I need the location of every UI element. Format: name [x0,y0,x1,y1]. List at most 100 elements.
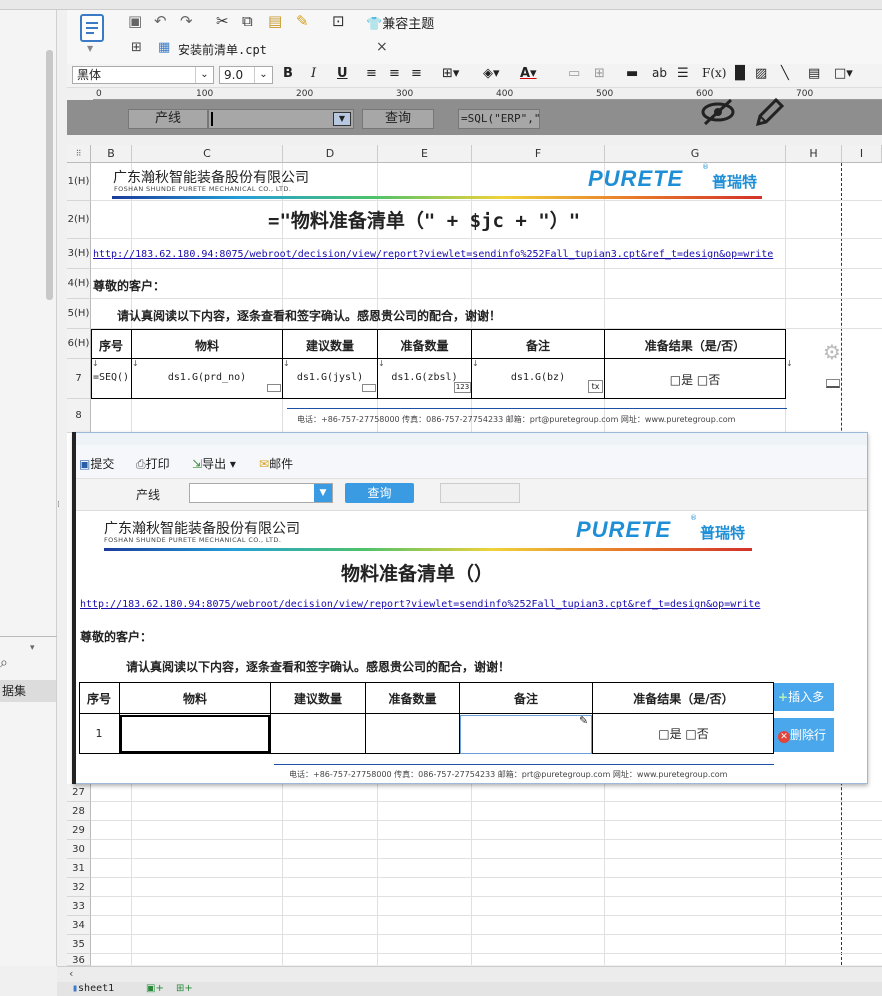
formula-button[interactable]: F(x) [702,66,726,80]
align-right-icon[interactable]: ≡ [411,66,422,81]
compat-theme-button[interactable]: 👕兼容主题 [366,13,434,32]
row-header[interactable]: 8 [67,399,91,433]
slash-icon[interactable]: ╲ [781,66,789,81]
row-header[interactable]: 3(H) [67,239,91,269]
row-header[interactable]: 6(H) [67,329,91,359]
export-button[interactable]: ⇲导出 ▾ [192,455,236,472]
bold-button[interactable]: B [283,66,293,81]
paragraph-icon[interactable]: ☰ [677,66,689,81]
preview-param-field[interactable] [440,483,520,503]
cell-result-checkbox[interactable]: □是 □否 [605,371,785,388]
param-label-chanxian[interactable]: 产线 [128,109,208,129]
border-icon[interactable]: ⊞▾ [442,66,459,81]
column-header[interactable]: H [786,145,842,163]
design-header-material[interactable]: 物料 [132,337,282,354]
row-header[interactable]: 35 [67,935,91,954]
image-icon[interactable]: ▨ [755,66,767,81]
search-icon[interactable]: ⌕ [0,655,8,671]
select-all-corner[interactable]: ⠿ [67,145,91,163]
column-header[interactable]: G [605,145,786,163]
edit-pencil-icon[interactable]: ✎ [579,714,588,727]
preview-suggested-qty-input[interactable] [271,715,365,753]
preview-remark-input[interactable] [460,715,592,754]
row-header[interactable]: 36 [67,954,91,966]
row-header[interactable]: 7 [67,359,91,399]
preview-query-button[interactable]: 查询 [345,483,414,503]
cell-seq-formula[interactable]: =SEQ() [91,372,131,383]
horizontal-scrollbar[interactable]: ‹ [57,966,882,982]
font-color-icon[interactable]: A▾ [520,66,537,81]
preview-result-checkbox[interactable]: □是 □否 [593,725,774,742]
panel-splitter-icon[interactable]: ⁞ [57,500,60,510]
add-sheet-icon[interactable]: ▣+ [146,983,164,994]
row-header[interactable]: 33 [67,897,91,916]
cut-icon[interactable]: ✂ [216,12,229,30]
frame-icon[interactable]: □▾ [834,66,853,81]
column-header[interactable]: D [283,145,378,163]
delete-row-button[interactable]: ✕ 删除行 [774,718,834,752]
column-header[interactable]: C [132,145,283,163]
template-icon[interactable] [80,14,104,42]
save-icon[interactable]: ▣ [128,12,142,30]
tab-template-name[interactable]: 安装前清单.cpt [178,41,267,58]
row-header[interactable]: 5(H) [67,299,91,329]
param-combo[interactable]: ▼ [208,109,354,129]
edit-pencil-icon[interactable] [752,96,786,131]
collapse-arrow-icon[interactable]: ▾ [30,643,35,653]
cell-bz[interactable]: ds1.G(bz) [472,372,604,383]
row-header[interactable]: 34 [67,916,91,935]
preview-url-link[interactable]: http://183.62.180.94:8075/webroot/decisi… [80,599,760,610]
design-url-link[interactable]: http://183.62.180.94:8075/webroot/decisi… [93,249,773,260]
font-family-select[interactable]: 黑体 ⌄ [72,66,214,84]
row-header[interactable]: 4(H) [67,269,91,299]
split-cells-icon[interactable]: ⊞ [594,66,605,81]
row-header[interactable]: 27 [67,784,91,802]
param-sql-field[interactable]: =SQL("ERP","s [458,109,540,129]
design-header-prepared-qty[interactable]: 准备数量 [378,337,471,354]
row-header[interactable]: 31 [67,859,91,878]
settings-gear-icon[interactable]: ⚙ [823,340,841,364]
fill-color-icon[interactable]: ◈▾ [483,66,500,81]
format-brush-icon[interactable]: ✎ [296,12,309,30]
italic-button[interactable]: I [311,66,316,81]
design-header-suggested-qty[interactable]: 建议数量 [283,337,377,354]
title-formula[interactable]: ="物料准备清单（" + $jc + "）" [268,206,580,233]
left-panel-scrollbar[interactable] [46,50,53,300]
scroll-left-icon[interactable]: ‹ [69,967,73,980]
grid-view-icon[interactable]: ⊞ [131,40,142,55]
column-header[interactable]: E [378,145,472,163]
font-size-select[interactable]: 9.0 ⌄ [219,66,273,84]
print-button[interactable]: ⎙打印 [136,455,170,472]
preview-material-input[interactable] [120,715,270,753]
preview-icon[interactable]: ⊡ [332,12,345,30]
cell-jysl[interactable]: ds1.G(jysl) [283,372,377,383]
row-header[interactable]: 29 [67,821,91,840]
subreport-icon[interactable]: ▤ [808,66,820,81]
row-header[interactable]: 1(H) [67,163,91,201]
column-header[interactable]: I [842,145,882,163]
hide-eye-icon[interactable] [700,97,736,130]
preview-param-combo[interactable]: ▼ [189,483,333,503]
dataset-label[interactable]: 据集 [0,680,56,702]
align-left-icon[interactable]: ≡ [366,66,377,81]
align-center-icon[interactable]: ≡ [389,66,400,81]
redo-icon[interactable]: ↷ [180,12,193,30]
submit-button[interactable]: ▣提交 [79,455,114,472]
row-header[interactable]: 32 [67,878,91,897]
email-button[interactable]: ✉邮件 [259,455,293,472]
ab-button[interactable]: ab [652,66,667,80]
text-field-icon[interactable]: ▬ [626,66,638,81]
column-header[interactable]: F [472,145,605,163]
chart-icon[interactable]: ▐▌ [730,66,750,81]
column-header[interactable]: B [91,145,132,163]
merge-cells-icon[interactable]: ▭ [568,66,580,81]
undo-icon[interactable]: ↶ [154,12,167,30]
cell-prd-no[interactable]: ds1.G(prd_no) [132,372,282,383]
design-header-result[interactable]: 准备结果（是/否） [605,337,785,354]
widget-button-icon[interactable] [826,379,840,388]
underline-button[interactable]: U [337,66,348,81]
sheet-tab-sheet1[interactable]: ▮sheet1 [72,983,114,994]
template-dropdown-icon[interactable]: ▼ [87,44,93,53]
preview-prepared-qty-input[interactable] [366,715,459,753]
row-header[interactable]: 30 [67,840,91,859]
